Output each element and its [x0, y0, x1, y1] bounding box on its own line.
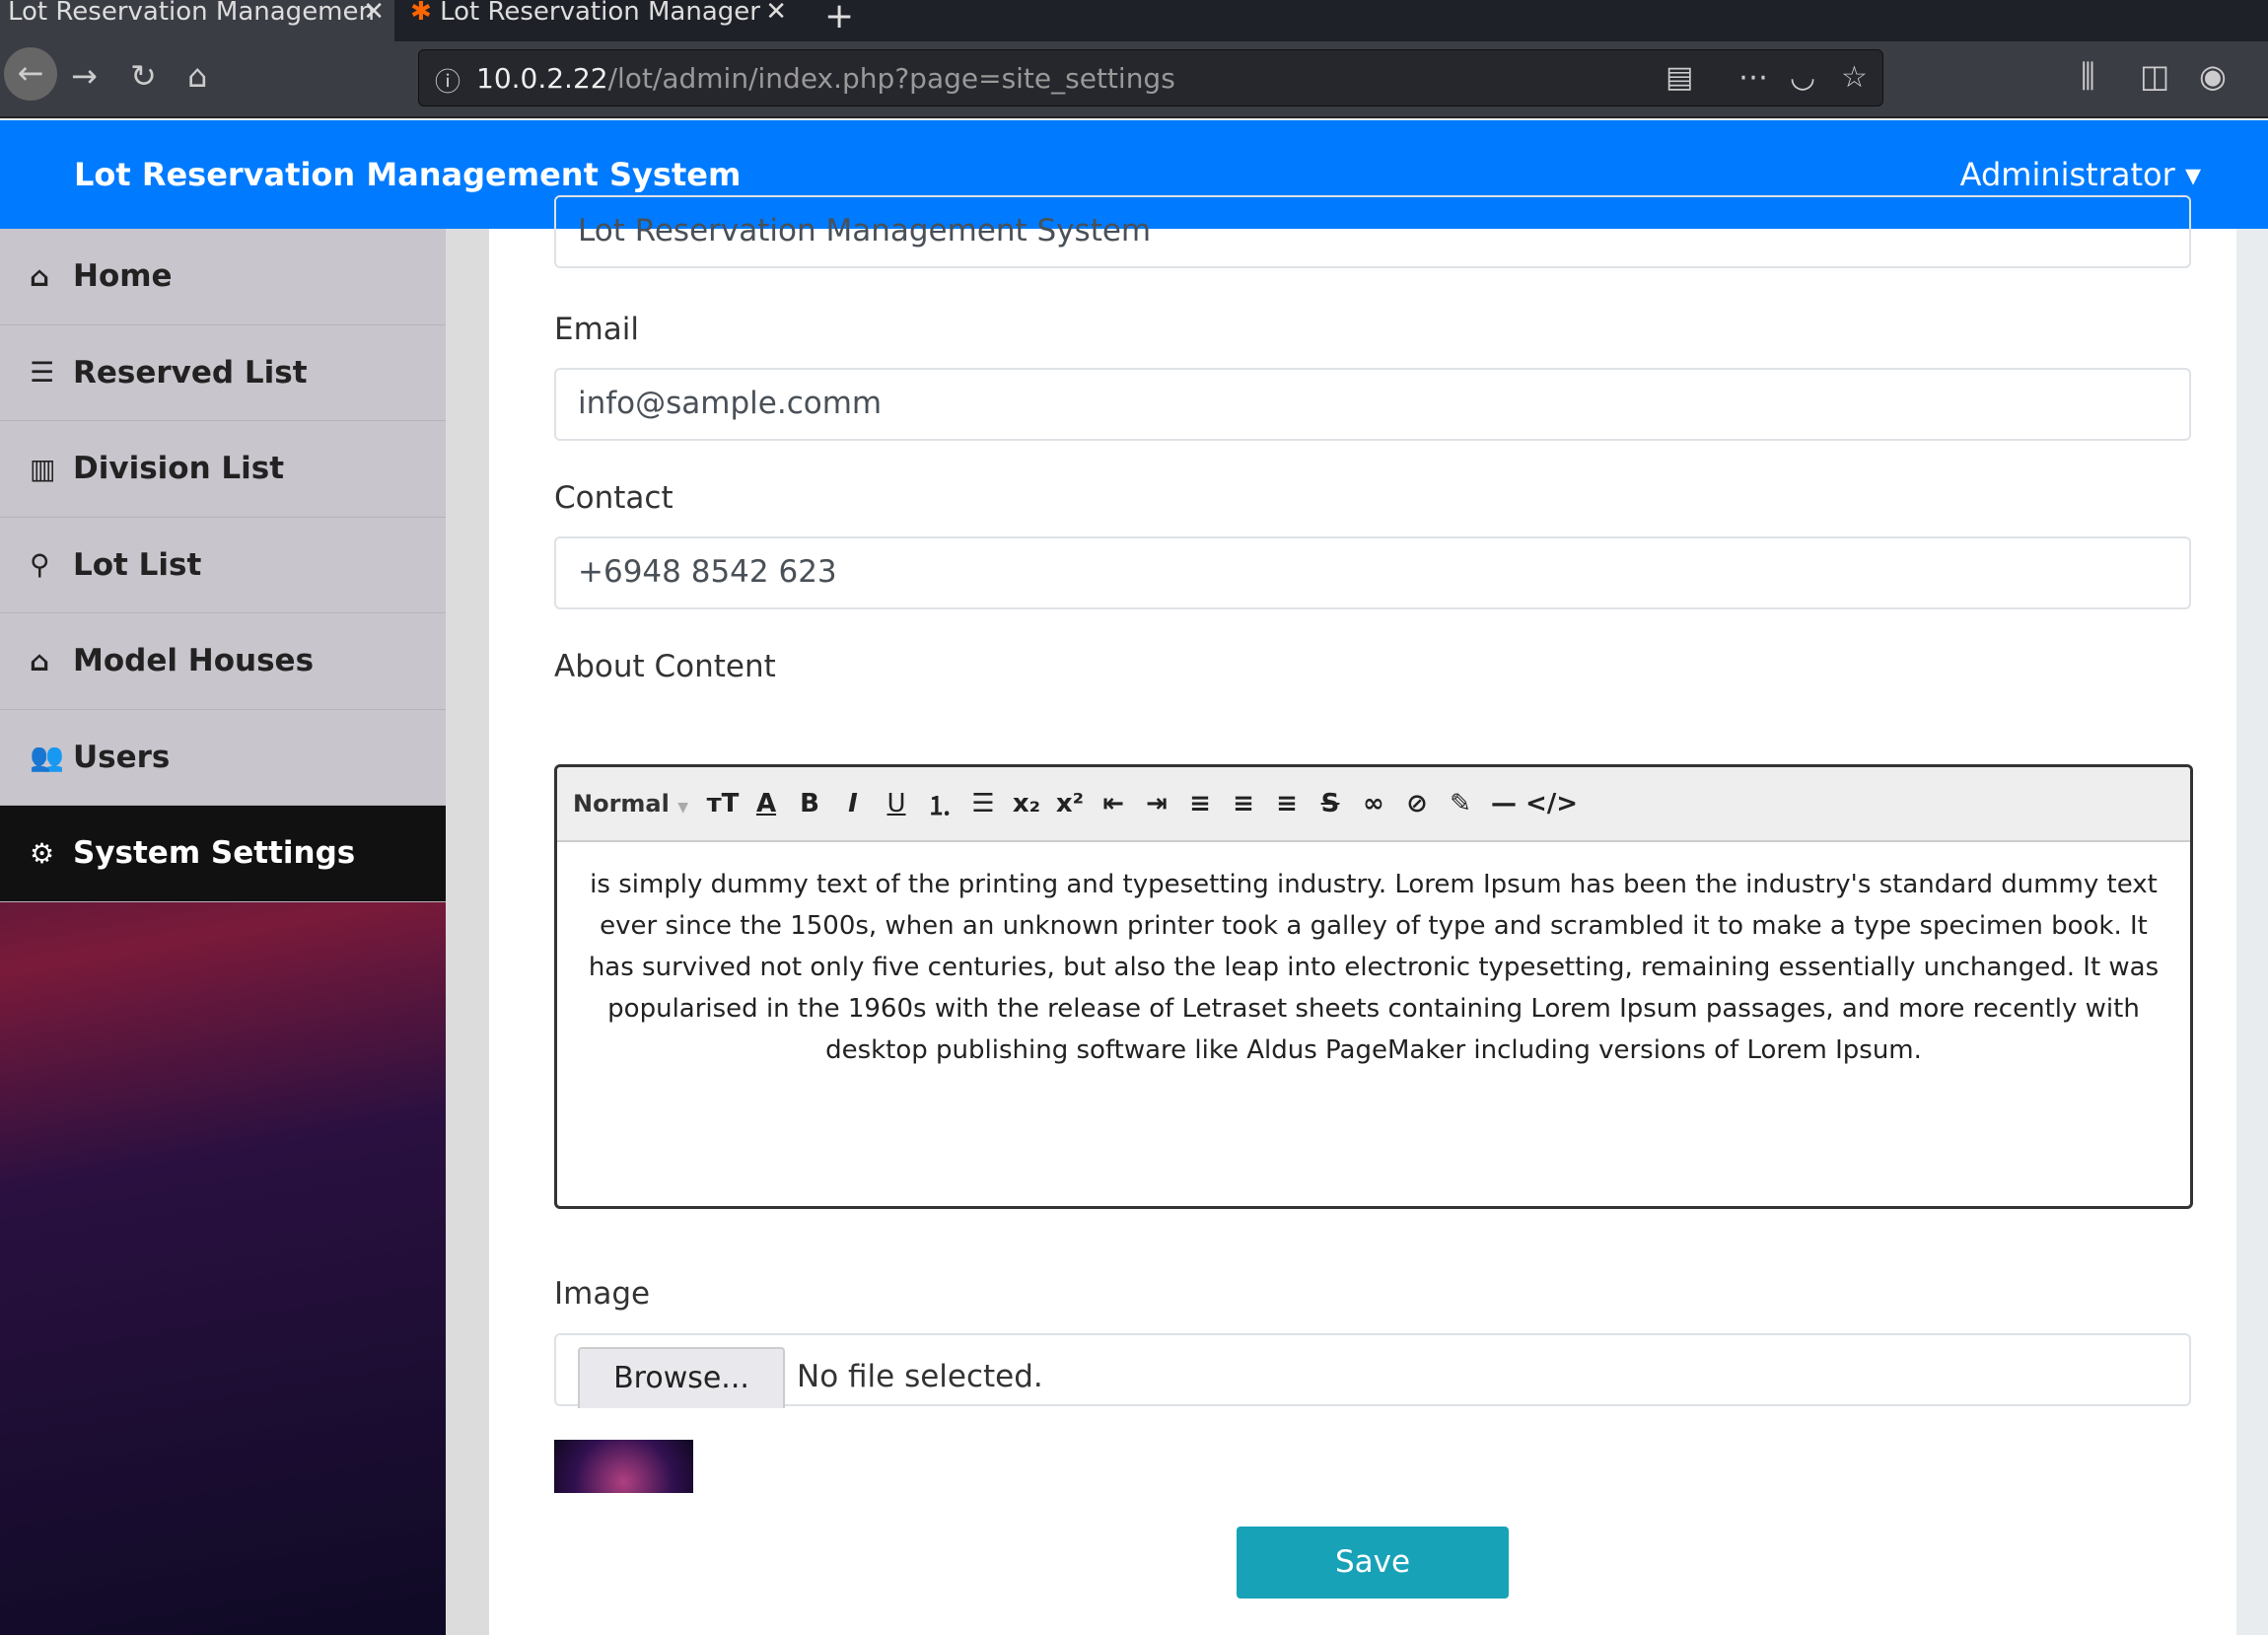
right-edge: [2236, 229, 2268, 1635]
align-left-icon[interactable]: ≡: [1178, 789, 1222, 818]
editor-content[interactable]: is simply dummy text of the printing and…: [557, 842, 2190, 1093]
more-icon[interactable]: ⋯: [1738, 60, 1768, 95]
browse-button[interactable]: Browse...: [578, 1347, 785, 1408]
horizontal-rule-icon[interactable]: —: [1482, 789, 1525, 818]
italic-icon[interactable]: I: [831, 789, 875, 818]
email-input[interactable]: info@sample.comm: [554, 368, 2191, 441]
browser-toolbar: ← → ↻ ⌂ ⓘ 10.0.2.22/lot/admin/index.php?…: [0, 41, 2268, 118]
browser-tab-bar: Lot Reservation Managemen ✕ ✱ Lot Reserva…: [0, 0, 2268, 41]
library-icon[interactable]: ⫼: [2081, 57, 2095, 96]
users-icon: 👥: [30, 741, 64, 774]
tab-title: Lot Reservation Managemen: [8, 0, 375, 27]
link-icon[interactable]: ∞: [1352, 789, 1395, 818]
align-right-icon[interactable]: ≡: [1265, 789, 1309, 818]
map-icon: ▥: [30, 452, 56, 485]
reload-icon[interactable]: ↻: [130, 57, 157, 95]
font-color-icon[interactable]: A: [744, 789, 788, 818]
back-icon[interactable]: ←: [4, 47, 57, 101]
sidebar-item-label: Home: [73, 258, 173, 295]
new-tab-icon[interactable]: +: [824, 0, 854, 36]
rich-text-editor: Normal ▼ тT A B I U ⒈ ☰ x₂ x² ⇤ ⇥ ≡ ≡ ≡ …: [554, 764, 2193, 1209]
browser-tab[interactable]: Lot Reservation Managemen ✕: [0, 0, 394, 41]
style-dropdown[interactable]: Normal ▼: [573, 790, 701, 818]
email-label: Email: [554, 312, 640, 347]
bookmark-star-icon[interactable]: ☆: [1841, 60, 1868, 95]
unlink-icon[interactable]: ⊘: [1395, 789, 1439, 818]
close-tab-icon[interactable]: ✕: [765, 0, 787, 25]
subscript-icon[interactable]: x₂: [1005, 789, 1048, 818]
eraser-icon[interactable]: ✎: [1439, 789, 1482, 818]
sidebar: ⌂ Home ☰ Reserved List ▥ Division List ⚲ Lot…: [0, 229, 446, 1635]
about-content-label: About Content: [554, 649, 776, 684]
strikethrough-icon[interactable]: S: [1309, 789, 1352, 818]
sidebar-item-division-list[interactable]: ▥ Division List: [0, 421, 446, 518]
reader-view-icon[interactable]: ▤: [1666, 60, 1693, 95]
app-title: Lot Reservation Management System: [74, 156, 742, 193]
sidebar-item-label: System Settings: [73, 835, 356, 872]
image-file-input[interactable]: Browse... No file selected.: [554, 1333, 2191, 1408]
user-menu-dropdown[interactable]: Administrator ▾: [1960, 156, 2201, 193]
sidebar-item-label: Division List: [73, 451, 285, 487]
forward-icon[interactable]: →: [71, 57, 98, 95]
sidebar-item-label: Reserved List: [73, 354, 308, 391]
sidebar-item-label: Users: [73, 739, 171, 775]
sidebar-item-label: Lot List: [73, 546, 202, 583]
map-marker-icon: ⚲: [30, 548, 50, 582]
sidebar-item-reserved-list[interactable]: ☰ Reserved List: [0, 324, 446, 421]
font-size-icon[interactable]: тT: [701, 789, 744, 818]
list-icon: ☰: [30, 356, 55, 390]
address-bar[interactable]: ⓘ 10.0.2.22/lot/admin/index.php?page=sit…: [418, 49, 1883, 107]
file-status: No file selected.: [797, 1359, 1043, 1394]
sidebar-item-lot-list[interactable]: ⚲ Lot List: [0, 517, 446, 613]
browser-tab-active[interactable]: ✱ Lot Reservation Manager ✕: [402, 0, 797, 41]
tab-title: Lot Reservation Manager: [440, 0, 760, 27]
sidebar-item-label: Model Houses: [73, 643, 315, 679]
code-view-icon[interactable]: </>: [1525, 789, 1578, 818]
close-tab-icon[interactable]: ✕: [363, 0, 385, 25]
ordered-list-icon[interactable]: ⒈: [918, 786, 961, 822]
sidebar-item-model-houses[interactable]: ⌂ Model Houses: [0, 613, 446, 710]
superscript-icon[interactable]: x²: [1048, 789, 1092, 818]
url-text: 10.0.2.22/lot/admin/index.php?page=site_…: [476, 62, 1175, 95]
unordered-list-icon[interactable]: ☰: [961, 789, 1005, 818]
sidebar-item-system-settings[interactable]: ⚙ System Settings: [0, 806, 446, 902]
contact-label: Contact: [554, 480, 673, 516]
save-button[interactable]: Save: [1237, 1527, 1509, 1599]
image-preview: [554, 1440, 693, 1493]
underline-icon[interactable]: U: [875, 789, 918, 818]
indent-icon[interactable]: ⇥: [1135, 789, 1178, 818]
sidebar-item-users[interactable]: 👥 Users: [0, 709, 446, 806]
sidebar-item-home[interactable]: ⌂ Home: [0, 229, 446, 325]
style-value: Normal: [573, 790, 670, 818]
image-label: Image: [554, 1276, 651, 1312]
home-icon: ⌂: [30, 259, 50, 293]
sidebar-toggle-icon[interactable]: ◫: [2140, 57, 2169, 95]
system-name-input[interactable]: Lot Reservation Management System: [554, 195, 2191, 268]
home-icon[interactable]: ⌂: [187, 57, 207, 95]
bold-icon[interactable]: B: [788, 789, 831, 818]
content-gutter: [446, 229, 489, 1635]
pocket-icon[interactable]: ◡: [1790, 60, 1815, 95]
cogs-icon: ⚙: [30, 836, 55, 870]
contact-input[interactable]: +6948 8542 623: [554, 536, 2191, 609]
settings-form: Lot Reservation Management System Email …: [489, 195, 2236, 1635]
info-icon: ⓘ: [435, 68, 461, 98]
home-icon: ⌂: [30, 644, 50, 677]
account-icon[interactable]: ◉: [2199, 57, 2227, 95]
align-center-icon[interactable]: ≡: [1222, 789, 1265, 818]
favicon-icon: ✱: [410, 0, 441, 27]
outdent-icon[interactable]: ⇤: [1092, 789, 1135, 818]
editor-toolbar: Normal ▼ тT A B I U ⒈ ☰ x₂ x² ⇤ ⇥ ≡ ≡ ≡ …: [557, 767, 2190, 842]
